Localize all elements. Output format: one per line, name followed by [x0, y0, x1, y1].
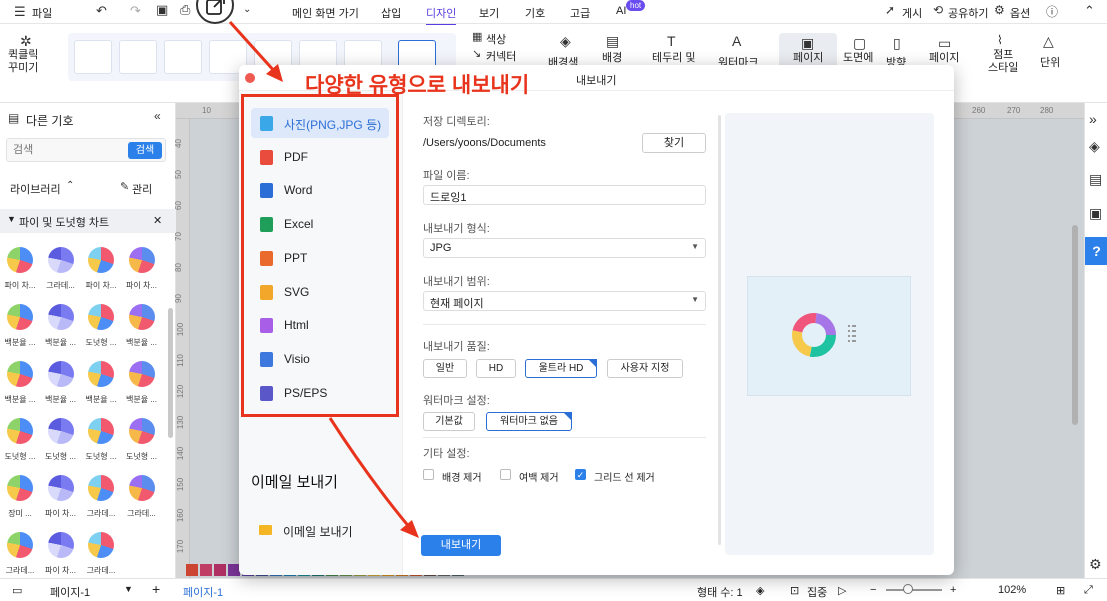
- annotation-arrows: [228, 20, 419, 538]
